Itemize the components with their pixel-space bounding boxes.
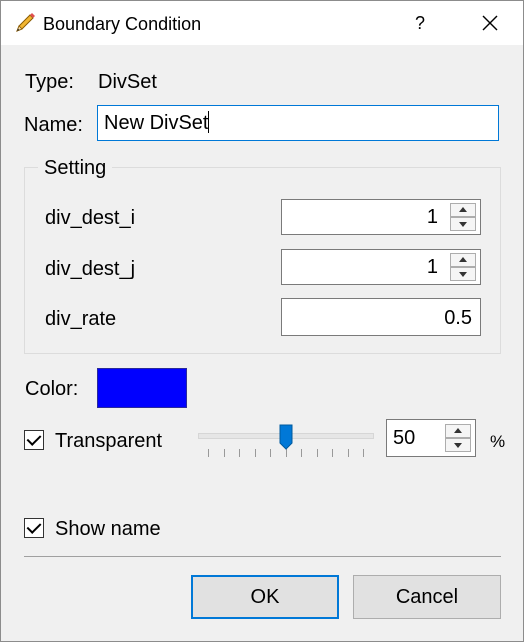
decrement-button[interactable]: [445, 438, 471, 452]
slider-tick: [223, 449, 225, 457]
arrow-up-icon: [459, 207, 467, 212]
check-icon: [26, 431, 42, 446]
slider-tick: [285, 449, 287, 457]
name-input-value: New DivSet: [104, 112, 209, 134]
transparent-checkbox[interactable]: [24, 430, 44, 450]
transparency-spinbox[interactable]: 50: [386, 419, 476, 457]
button-separator: [24, 556, 501, 557]
div-rate-input[interactable]: 0.5: [281, 298, 481, 336]
pencil-icon: [16, 13, 35, 32]
increment-button[interactable]: [450, 203, 476, 217]
div-rate-label: div_rate: [45, 308, 117, 330]
show-name-label: Show name: [55, 518, 161, 540]
name-label: Name:: [24, 114, 83, 136]
slider-tick: [270, 449, 271, 457]
transparent-label: Transparent: [55, 430, 163, 452]
cancel-button[interactable]: Cancel: [353, 575, 501, 619]
show-name-checkbox[interactable]: [24, 518, 44, 538]
transparency-value: 50: [393, 427, 416, 449]
ok-button[interactable]: OK: [191, 575, 339, 619]
dialog-title: Boundary Condition: [43, 14, 202, 34]
div-rate-value: 0.5: [444, 307, 472, 329]
increment-button[interactable]: [445, 424, 471, 438]
color-label: Color:: [25, 378, 79, 400]
div-dest-j-spinbox[interactable]: 1: [281, 249, 481, 285]
help-button[interactable]: ?: [406, 9, 434, 37]
div-dest-j-value: 1: [426, 256, 438, 278]
check-icon: [26, 519, 42, 534]
decrement-button[interactable]: [450, 217, 476, 231]
type-label: Type:: [25, 71, 74, 93]
arrow-down-icon: [454, 443, 462, 448]
decrement-button[interactable]: [450, 267, 476, 281]
transparency-spin-buttons: [445, 424, 471, 452]
text-caret: [208, 111, 210, 133]
slider-tick: [332, 449, 333, 457]
slider-tick: [347, 449, 349, 457]
div-dest-i-spinbox[interactable]: 1: [281, 199, 481, 235]
percent-unit: %: [490, 432, 506, 451]
close-button[interactable]: [475, 9, 505, 37]
name-input[interactable]: New DivSet: [97, 105, 499, 141]
slider-tick: [208, 449, 209, 457]
setting-group-title: Setting: [38, 157, 113, 180]
slider-tick: [301, 449, 302, 457]
div-dest-i-spin-buttons: [450, 203, 476, 231]
type-value: DivSet: [98, 71, 157, 93]
div-dest-i-value: 1: [426, 206, 438, 228]
increment-button[interactable]: [450, 253, 476, 267]
slider-handle[interactable]: [279, 424, 293, 450]
slider-tick: [239, 449, 240, 457]
arrow-up-icon: [459, 257, 467, 262]
boundary-condition-dialog: Boundary Condition ? Type: DivSet Name: …: [0, 0, 524, 642]
title-bar: Boundary Condition ?: [1, 1, 523, 45]
slider-tick: [316, 449, 318, 457]
slider-tick: [363, 449, 364, 457]
arrow-up-icon: [454, 428, 462, 433]
div-dest-i-label: div_dest_i: [45, 207, 136, 229]
arrow-down-icon: [459, 222, 467, 227]
div-dest-j-label: div_dest_j: [45, 258, 136, 280]
close-icon: [482, 15, 498, 31]
div-dest-j-spin-buttons: [450, 253, 476, 281]
color-swatch-button[interactable]: [97, 368, 187, 408]
slider-tick: [254, 449, 256, 457]
arrow-down-icon: [459, 272, 467, 277]
